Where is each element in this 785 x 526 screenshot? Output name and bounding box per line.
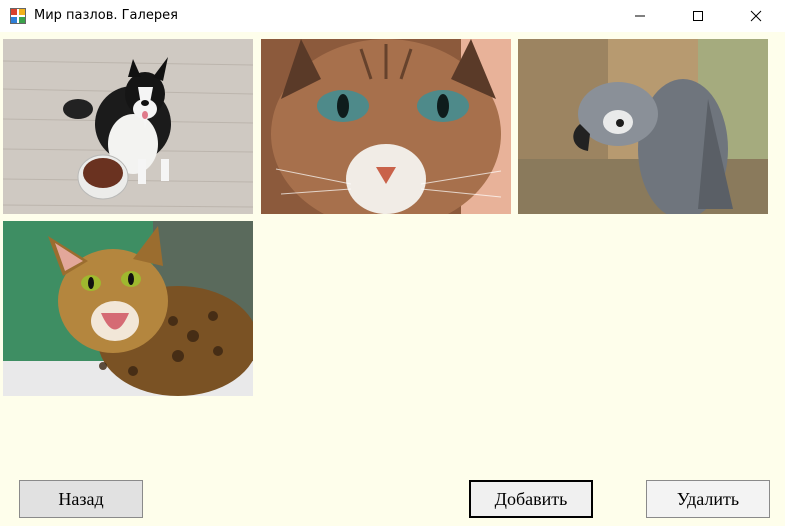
cat-face-image <box>261 39 511 214</box>
window-title: Мир пазлов. Галерея <box>34 8 178 23</box>
bengal-cat-image <box>3 221 253 396</box>
gallery-image-parrot[interactable] <box>518 39 768 214</box>
dog-image <box>3 39 253 214</box>
close-icon <box>750 10 762 22</box>
title-bar[interactable]: Мир пазлов. Галерея <box>0 0 785 32</box>
maximize-icon <box>693 11 703 21</box>
gallery-image-cat-face[interactable] <box>261 39 511 214</box>
app-icon <box>10 8 26 24</box>
parrot-image <box>518 39 768 214</box>
add-button[interactable]: Добавить <box>469 480 593 518</box>
gallery-image-dog[interactable] <box>3 39 253 214</box>
close-button[interactable] <box>733 0 779 32</box>
back-button[interactable]: Назад <box>19 480 143 518</box>
minimize-button[interactable] <box>617 0 663 32</box>
minimize-icon <box>635 15 645 17</box>
delete-button[interactable]: Удалить <box>646 480 770 518</box>
maximize-button[interactable] <box>675 0 721 32</box>
gallery-image-bengal-cat[interactable] <box>3 221 253 396</box>
gallery-client-area: Назад Добавить Удалить <box>0 32 785 526</box>
